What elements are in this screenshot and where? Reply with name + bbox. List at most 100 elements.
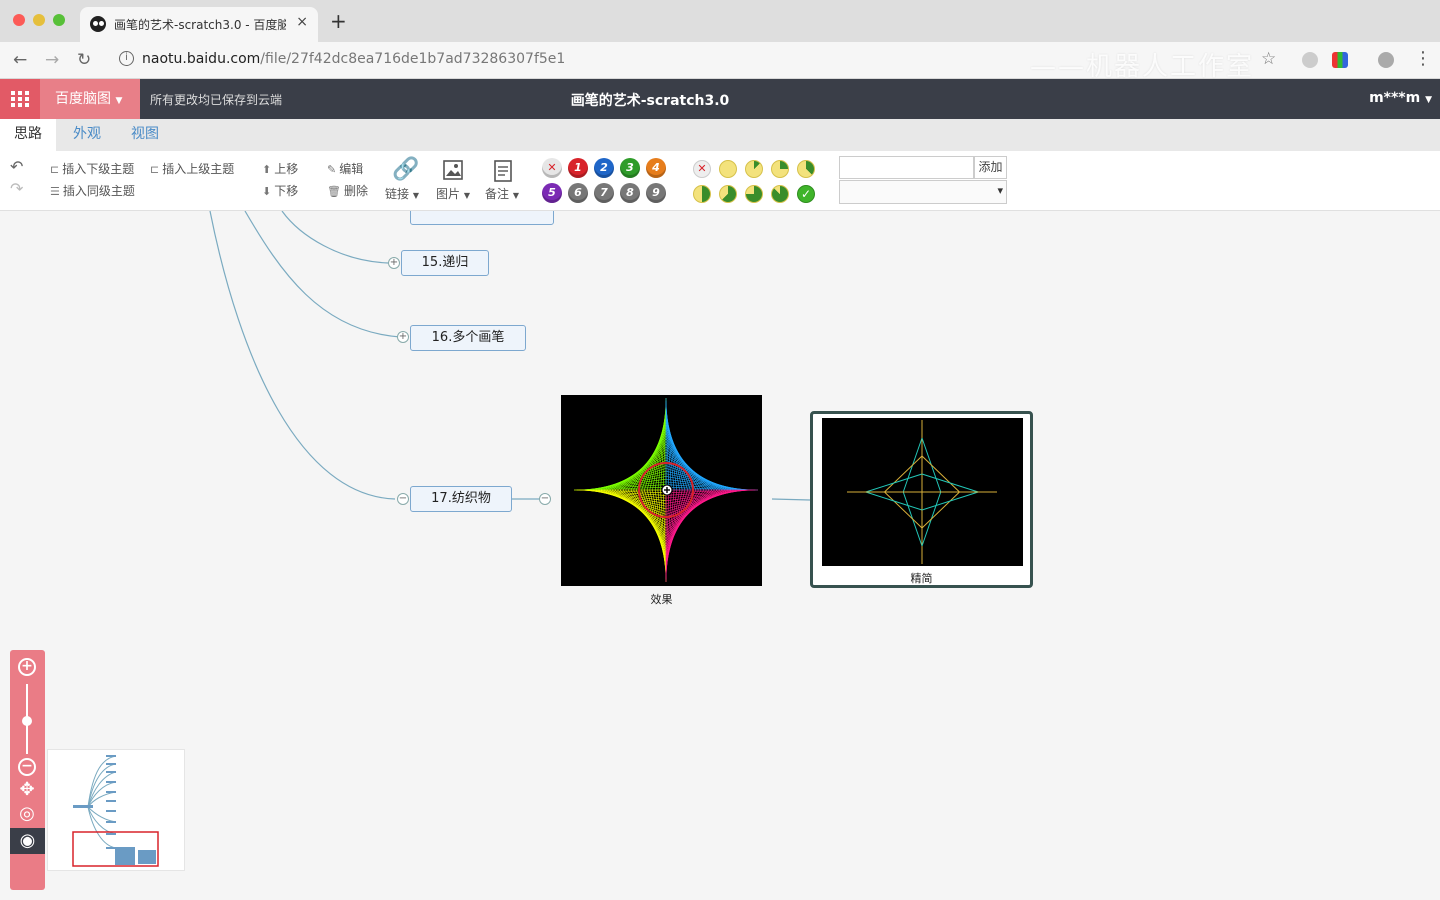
link-label: 链接	[385, 187, 410, 201]
chevron-down-icon: ▼	[412, 191, 419, 200]
mindmap-node-fabric[interactable]: 17.纺织物	[410, 486, 512, 512]
redo-icon[interactable]: ↷	[10, 179, 23, 198]
mindmap-node-multi-pen[interactable]: 16.多个画笔	[410, 325, 526, 351]
image-menu[interactable]: 图片 ▼	[436, 185, 470, 202]
progress-3-icon[interactable]	[797, 160, 815, 178]
progress-4-icon[interactable]	[693, 185, 711, 203]
collapse-icon[interactable]: −	[397, 493, 409, 505]
resource-select[interactable]	[839, 180, 1007, 204]
image-icon[interactable]	[443, 160, 463, 180]
chevron-down-icon: ▼	[1425, 95, 1432, 105]
progress-7-icon[interactable]	[771, 185, 789, 203]
site-info-icon[interactable]: i	[119, 51, 134, 66]
progress-1-icon[interactable]	[745, 160, 763, 178]
move-down-button[interactable]: ⬇ 下移	[262, 182, 298, 199]
delete-label: 删除	[343, 184, 368, 198]
expand-icon[interactable]: +	[397, 331, 409, 343]
priority-5-button[interactable]: 5	[542, 183, 562, 203]
mindmap-node-partial[interactable]	[410, 211, 554, 225]
user-name: m***m	[1369, 90, 1421, 106]
priority-3-button[interactable]: 3	[620, 158, 640, 178]
tab-ideas[interactable]: 思路	[0, 119, 56, 151]
watermark: ——机器人工作室	[1030, 52, 1255, 82]
link-menu[interactable]: 链接 ▼	[385, 185, 419, 202]
effect-image[interactable]	[561, 395, 762, 586]
priority-clear-button[interactable]: ✕	[542, 158, 562, 178]
undo-icon[interactable]: ↶	[10, 157, 23, 176]
simplified-image-node[interactable]: 精简	[810, 411, 1033, 588]
reload-icon[interactable]: ↻	[77, 50, 91, 70]
minimap[interactable]	[47, 749, 185, 871]
string-art-star-image	[574, 398, 758, 582]
resource-input[interactable]	[839, 156, 974, 179]
resource-add-button[interactable]: 添加	[974, 156, 1007, 179]
move-up-button[interactable]: ⬆ 上移	[262, 160, 298, 177]
effect-caption: 效果	[650, 593, 673, 606]
app-header: 百度脑图 ▼ 所有更改均已保存到云端 画笔的艺术-scratch3.0 m***…	[0, 79, 1440, 119]
insert-parent-button[interactable]: ⊏ 插入上级主题	[150, 160, 234, 177]
new-tab-button[interactable]: +	[330, 9, 347, 33]
tab-close-icon[interactable]: ×	[296, 14, 308, 30]
priority-9-button[interactable]: 9	[646, 183, 666, 203]
edit-button[interactable]: ✎ 编辑	[327, 160, 363, 177]
expand-icon[interactable]: +	[388, 257, 400, 269]
url-field[interactable]: naotu.baidu.com/file/27f42dc8ea716de1b7a…	[142, 51, 565, 67]
move-down-label: 下移	[274, 184, 299, 198]
minimap-preview	[72, 755, 159, 867]
arrow-down-icon: ⬇	[262, 185, 272, 198]
priority-4-button[interactable]: 4	[646, 158, 666, 178]
zoom-slider-handle[interactable]	[22, 716, 32, 726]
extension-gear-icon[interactable]	[1378, 52, 1394, 68]
delete-button[interactable]: 🗑 删除	[327, 182, 368, 199]
outline-string-line	[865, 491, 923, 511]
url-host: naotu.baidu.com	[142, 51, 261, 67]
brand-menu[interactable]: 百度脑图 ▼	[40, 79, 140, 119]
collapse-icon[interactable]: −	[539, 493, 551, 505]
zoom-out-icon[interactable]: −	[18, 758, 36, 776]
apps-grid-icon[interactable]	[0, 79, 40, 119]
note-icon[interactable]	[494, 160, 512, 182]
back-icon[interactable]: ←	[13, 50, 27, 70]
url-path: /file/27f42dc8ea716de1b7ad73286307f5e1	[260, 51, 566, 67]
zoom-in-icon[interactable]: +	[18, 658, 36, 676]
mindmap-canvas[interactable]: + 15.递归 + 16.多个画笔 − 17.纺织物 − 效果 精简	[0, 211, 1440, 900]
extension-color-icon[interactable]	[1332, 52, 1348, 68]
image-label: 图片	[436, 187, 461, 201]
progress-0-icon[interactable]	[719, 160, 737, 178]
progress-2-icon[interactable]	[771, 160, 789, 178]
document-title[interactable]: 画笔的艺术-scratch3.0	[560, 90, 740, 110]
insert-child-icon: ⊏	[50, 163, 60, 176]
browser-tab[interactable]: 画笔的艺术-scratch3.0 - 百度脑图 ×	[80, 7, 318, 42]
priority-6-button[interactable]: 6	[568, 183, 588, 203]
insert-sibling-button[interactable]: ☰ 插入同级主题	[50, 182, 135, 199]
user-menu[interactable]: m***m ▼	[1369, 90, 1432, 106]
pencil-icon: ✎	[327, 163, 337, 176]
locate-icon[interactable]: ◎	[18, 805, 36, 825]
insert-child-button[interactable]: ⊏ 插入下级主题	[50, 160, 134, 177]
close-window-button[interactable]	[13, 14, 25, 26]
priority-8-button[interactable]: 8	[620, 183, 640, 203]
forward-icon[interactable]: →	[45, 50, 59, 70]
toolbar: ↶ ↷ ⊏ 插入下级主题 ⊏ 插入上级主题 ☰ 插入同级主题 ⬆ 上移 ⬇ 下移 ✎ 编辑 …	[0, 151, 1440, 211]
arrow-up-icon: ⬆	[262, 163, 272, 176]
link-icon[interactable]: 🔗	[392, 157, 419, 182]
note-menu[interactable]: 备注 ▼	[485, 185, 519, 202]
navigator-eye-icon[interactable]: ◉	[10, 828, 45, 854]
tab-view[interactable]: 视图	[117, 119, 173, 151]
tab-appearance[interactable]: 外观	[59, 119, 115, 151]
zoom-panel: + − ✥ ◎ ◉	[10, 650, 45, 890]
bookmark-star-icon[interactable]: ☆	[1261, 49, 1276, 69]
priority-2-button[interactable]: 2	[594, 158, 614, 178]
mindmap-node-recursion[interactable]: 15.递归	[401, 250, 489, 276]
progress-done-icon[interactable]: ✓	[797, 185, 815, 203]
priority-7-button[interactable]: 7	[594, 183, 614, 203]
minimize-window-button[interactable]	[33, 14, 45, 26]
progress-clear-icon[interactable]: ✕	[693, 160, 711, 178]
maximize-window-button[interactable]	[53, 14, 65, 26]
move-icon[interactable]: ✥	[18, 781, 36, 801]
progress-6-icon[interactable]	[745, 185, 763, 203]
priority-1-button[interactable]: 1	[568, 158, 588, 178]
extension-cloud-icon[interactable]	[1302, 52, 1318, 68]
browser-menu-icon[interactable]: ⋮	[1414, 48, 1432, 69]
progress-5-icon[interactable]	[719, 185, 737, 203]
